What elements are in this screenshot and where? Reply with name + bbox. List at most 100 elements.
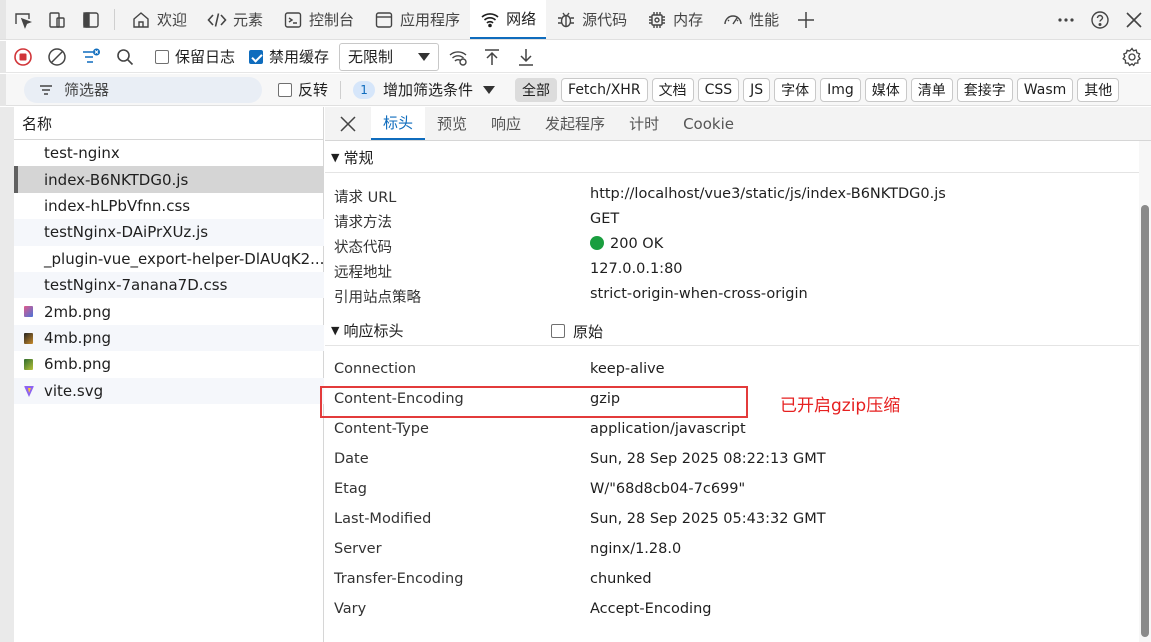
- type-filter-media[interactable]: 媒体: [864, 77, 907, 102]
- request-row[interactable]: testNginx-DAiPrXUz.js: [14, 219, 324, 246]
- name-column-header[interactable]: 名称: [14, 107, 324, 140]
- tab-network[interactable]: 网络: [470, 0, 547, 39]
- add-tool-icon[interactable]: [789, 0, 823, 39]
- header-key: Server: [334, 541, 382, 557]
- throttling-select[interactable]: 无限制: [339, 42, 440, 71]
- image-file-icon: [24, 306, 33, 318]
- header-value: W/"68d8cb04-7c699": [590, 481, 746, 497]
- chevron-down-icon: [418, 52, 431, 61]
- header-row: Server nginx/1.28.0: [334, 541, 1134, 557]
- general-section-header[interactable]: ▼ 常规: [325, 143, 1139, 173]
- request-row[interactable]: 6mb.png: [14, 351, 324, 377]
- tab-sources[interactable]: 源代码: [546, 0, 637, 39]
- more-filters-dropdown[interactable]: 1 增加筛选条件: [353, 79, 496, 100]
- tab-application[interactable]: 应用程序: [364, 0, 470, 39]
- type-filter-wasm[interactable]: Wasm: [1016, 77, 1074, 102]
- network-conditions-icon[interactable]: [441, 42, 475, 72]
- type-filter-fetch-xhr[interactable]: Fetch/XHR: [561, 77, 648, 102]
- export-har-icon[interactable]: [509, 42, 543, 72]
- image-file-icon: [24, 332, 33, 344]
- request-row[interactable]: test-nginx: [14, 140, 324, 166]
- throttling-value: 无限制: [348, 48, 394, 66]
- dock-sidebar-icon[interactable]: [74, 0, 108, 39]
- triangle-down-icon: ▼: [331, 324, 340, 337]
- tab-cookies[interactable]: Cookie: [671, 107, 746, 140]
- details-scrollbar[interactable]: [1139, 141, 1151, 642]
- record-stop-icon[interactable]: [6, 42, 40, 72]
- checkbox-box[interactable]: [551, 324, 565, 338]
- tab-console[interactable]: 控制台: [273, 0, 364, 39]
- request-name: 6mb.png: [44, 355, 111, 374]
- filter-clear-icon[interactable]: [74, 42, 108, 72]
- type-filter-js[interactable]: JS: [743, 77, 771, 102]
- request-rows: test-nginx index-B6NKTDG0.js index-hLPbV…: [14, 140, 324, 404]
- preserve-log-checkbox[interactable]: 保留日志: [155, 46, 235, 67]
- close-devtools-icon[interactable]: [1117, 10, 1151, 30]
- tab-response[interactable]: 响应: [479, 107, 533, 140]
- details-tab-bar: 标头 预览 响应 发起程序 计时 Cookie: [325, 107, 1151, 141]
- performance-gauge-icon: [724, 14, 742, 24]
- request-name: testNginx-7anana7D.css: [44, 276, 228, 295]
- tab-preview[interactable]: 预览: [425, 107, 479, 140]
- filter-input[interactable]: 筛选器: [24, 76, 262, 103]
- header-key: 引用站点策略: [334, 290, 421, 306]
- window-edge: [0, 107, 14, 642]
- help-icon[interactable]: [1083, 10, 1117, 30]
- disable-cache-checkbox[interactable]: 禁用缓存: [249, 46, 329, 67]
- annotation-text: 已开启gzip压缩: [780, 396, 901, 416]
- network-toolbar: 保留日志 禁用缓存 无限制: [0, 40, 1151, 73]
- type-filter-other[interactable]: 其他: [1077, 77, 1120, 102]
- response-headers-section-header[interactable]: ▼ 响应标头 原始: [325, 316, 1139, 346]
- column-header-label: 名称: [22, 114, 53, 133]
- type-filter-css[interactable]: CSS: [697, 77, 740, 102]
- request-row[interactable]: vite.svg: [14, 377, 324, 404]
- type-filter-img[interactable]: Img: [820, 77, 861, 102]
- request-name: testNginx-DAiPrXUz.js: [44, 223, 209, 242]
- checkbox-box[interactable]: [155, 49, 169, 64]
- more-filters-label: 增加筛选条件: [383, 81, 474, 99]
- tab-initiator[interactable]: 发起程序: [533, 107, 617, 140]
- type-filter-manifest[interactable]: 清单: [910, 77, 953, 102]
- tab-headers[interactable]: 标头: [371, 107, 426, 140]
- checkbox-box[interactable]: [278, 82, 292, 97]
- request-name: index-hLPbVfnn.css: [44, 196, 191, 215]
- type-filter-doc[interactable]: 文档: [651, 77, 694, 102]
- resource-type-filters: 全部 Fetch/XHR 文档 CSS JS 字体 Img 媒体 清单 套接字 …: [515, 77, 1120, 102]
- header-row: Transfer-Encoding chunked: [334, 571, 1134, 587]
- inspect-element-icon[interactable]: [6, 0, 40, 39]
- type-filter-socket[interactable]: 套接字: [956, 77, 1013, 102]
- import-har-icon[interactable]: [475, 42, 509, 72]
- header-key: Date: [334, 451, 369, 467]
- tab-memory[interactable]: 内存: [637, 0, 713, 39]
- tab-elements[interactable]: 元素: [197, 0, 273, 39]
- tab-welcome[interactable]: 欢迎: [121, 0, 197, 39]
- header-row: Etag W/"68d8cb04-7c699": [334, 481, 1134, 497]
- type-filter-font[interactable]: 字体: [774, 77, 817, 102]
- request-row[interactable]: _plugin-vue_export-helper-DlAUqK2...: [14, 246, 324, 272]
- request-row[interactable]: index-hLPbVfnn.css: [14, 193, 324, 219]
- filter-placeholder: 筛选器: [64, 81, 110, 99]
- raw-headers-checkbox[interactable]: 原始: [551, 316, 603, 346]
- svg-file-icon: [24, 385, 34, 397]
- tab-performance[interactable]: 性能: [713, 0, 789, 39]
- request-row[interactable]: 2mb.png: [14, 298, 324, 324]
- tab-timing[interactable]: 计时: [617, 107, 671, 140]
- request-row-selected[interactable]: index-B6NKTDG0.js: [14, 166, 324, 193]
- close-details-icon[interactable]: [325, 107, 371, 140]
- checkbox-box[interactable]: [249, 49, 264, 64]
- header-row: 状态代码 200 OK: [334, 236, 1134, 257]
- request-row[interactable]: 4mb.png: [14, 324, 324, 352]
- checkbox-label: 反转: [298, 81, 329, 99]
- request-row[interactable]: testNginx-7anana7D.css: [14, 271, 324, 299]
- clear-icon[interactable]: [40, 42, 74, 72]
- request-name: vite.svg: [44, 381, 104, 400]
- search-icon[interactable]: [108, 42, 142, 72]
- header-value: http://localhost/vue3/static/js/index-B6…: [590, 186, 946, 202]
- gear-icon[interactable]: [1115, 42, 1149, 72]
- header-key: Vary: [334, 601, 367, 617]
- more-options-icon[interactable]: [1049, 10, 1083, 30]
- type-filter-all[interactable]: 全部: [515, 77, 558, 102]
- scrollbar-thumb[interactable]: [1141, 205, 1149, 637]
- device-emulation-icon[interactable]: [40, 0, 74, 39]
- invert-checkbox[interactable]: 反转: [278, 79, 328, 100]
